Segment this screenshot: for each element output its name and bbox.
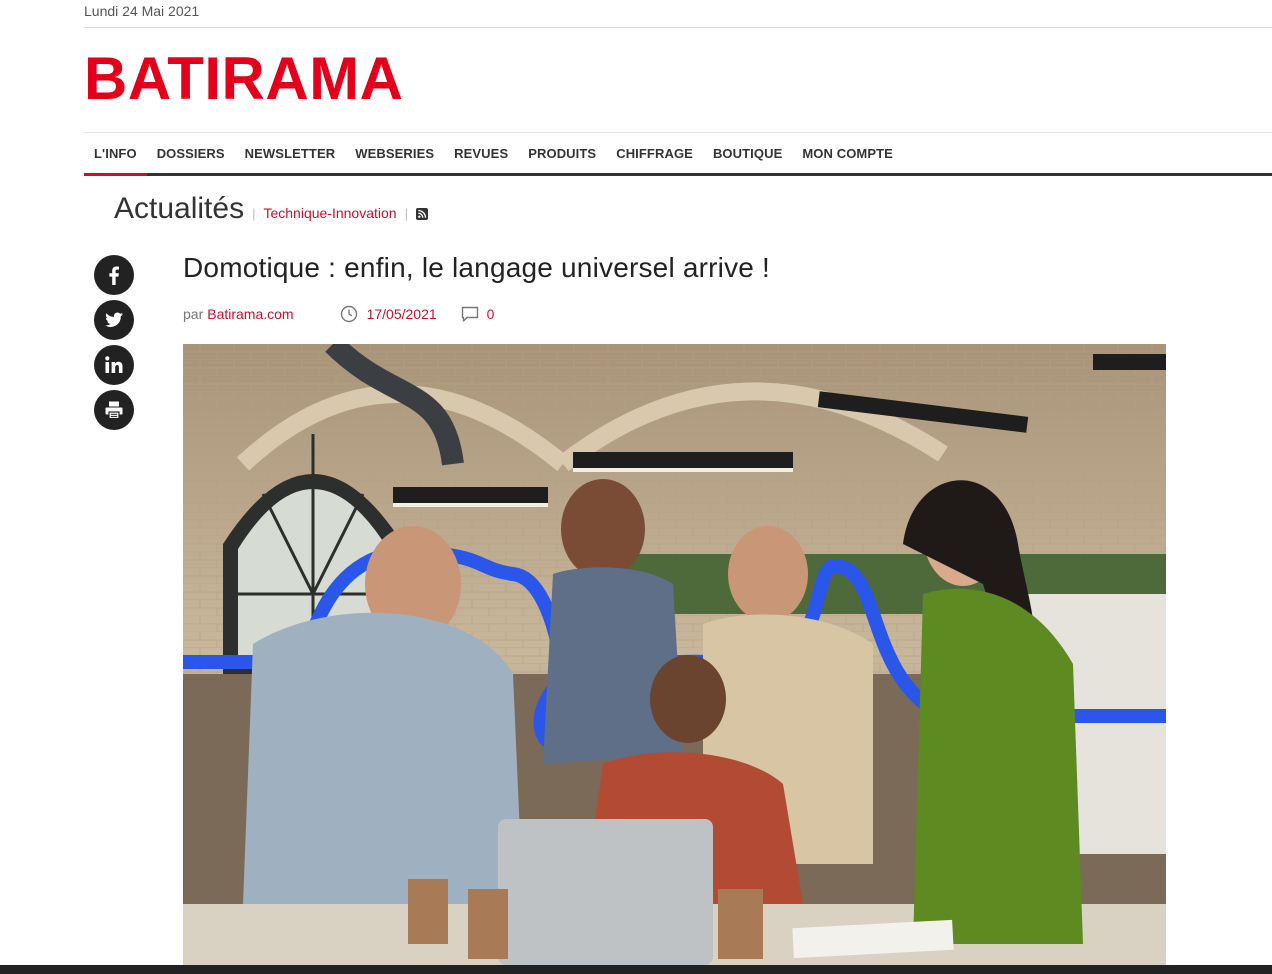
comment-icon (461, 306, 478, 322)
top-bar: Lundi 24 Mai 2021 (84, 0, 1272, 28)
comments-count: 0 (486, 306, 495, 322)
print-button[interactable] (94, 390, 134, 430)
linkedin-share-button[interactable] (94, 345, 134, 385)
nav-item-produits[interactable]: PRODUITS (518, 133, 606, 173)
article-title: Domotique : enfin, le langage universel … (183, 252, 771, 283)
separator: | (404, 206, 408, 221)
nav-item-newsletter[interactable]: NEWSLETTER (235, 133, 346, 173)
article-hero-image (183, 344, 1166, 965)
separator: | (252, 206, 256, 221)
nav-item-boutique[interactable]: BOUTIQUE (703, 133, 792, 173)
nav-item-info[interactable]: L'INFO (84, 133, 147, 176)
nav-item-dossiers[interactable]: DOSSIERS (147, 133, 235, 173)
print-icon (105, 401, 123, 420)
category-link[interactable]: Technique-Innovation (263, 205, 396, 221)
publish-date-value: 17/05/2021 (366, 306, 437, 322)
author-prefix: par (183, 306, 204, 322)
twitter-share-button[interactable] (94, 300, 134, 340)
publish-date: 17/05/2021 (340, 305, 437, 323)
article-meta: par Batirama.com 17/05/2021 0 (183, 305, 494, 323)
comments-link[interactable]: 0 (461, 306, 495, 323)
facebook-icon (109, 266, 119, 285)
linkedin-icon (105, 356, 123, 373)
nav-item-mon-compte[interactable]: MON COMPTE (792, 133, 903, 173)
site-logo[interactable]: BATIRAMA (84, 46, 404, 112)
nav-item-chiffrage[interactable]: CHIFFRAGE (606, 133, 703, 173)
current-date: Lundi 24 Mai 2021 (84, 3, 200, 19)
rss-icon[interactable] (415, 208, 428, 220)
share-bar (94, 255, 134, 435)
nav-item-revues[interactable]: REVUES (444, 133, 518, 173)
bottom-bar (0, 965, 1272, 974)
facebook-share-button[interactable] (94, 255, 134, 295)
clock-icon (340, 305, 357, 323)
twitter-icon (105, 312, 123, 327)
nav-item-webseries[interactable]: WEBSERIES (345, 133, 444, 173)
main-nav: L'INFO DOSSIERS NEWSLETTER WEBSERIES REV… (84, 132, 1272, 176)
section-title: Actualités (114, 192, 245, 225)
author-link[interactable]: Batirama.com (207, 306, 293, 322)
section-header: Actualités | Technique-Innovation | (114, 192, 428, 226)
page: Lundi 24 Mai 2021 BATIRAMA L'INFO DOSSIE… (0, 0, 1272, 974)
